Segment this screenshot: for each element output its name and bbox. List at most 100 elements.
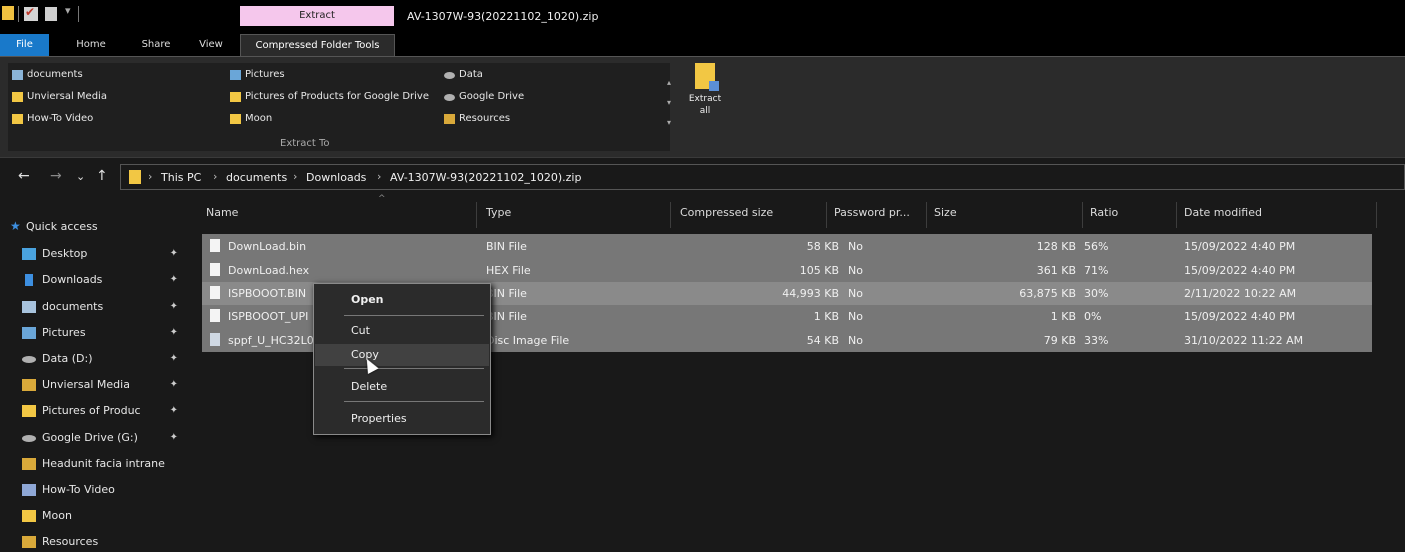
gallery-expand-icon[interactable]: ▾: [662, 113, 676, 133]
breadcrumb-downloads[interactable]: Downloads: [306, 171, 366, 184]
pin-icon[interactable]: ✦: [170, 348, 178, 370]
column-header-type[interactable]: Type: [486, 206, 511, 219]
sidebar-item-pictures-of-products[interactable]: Pictures of Produc ✦: [18, 400, 182, 422]
column-header-ratio[interactable]: Ratio: [1090, 206, 1118, 219]
chevron-right-icon[interactable]: ›: [213, 170, 217, 183]
column-header-date-modified[interactable]: Date modified: [1184, 206, 1262, 219]
chevron-right-icon[interactable]: ›: [377, 170, 381, 183]
user-folder-icon: [22, 379, 36, 391]
destination-documents[interactable]: documents: [12, 67, 83, 83]
destination-unviersal-media[interactable]: Unviersal Media: [12, 89, 107, 105]
column-divider[interactable]: [1082, 202, 1083, 228]
chevron-right-icon[interactable]: ›: [293, 170, 297, 183]
breadcrumb-documents[interactable]: documents: [226, 171, 287, 184]
column-header-password[interactable]: Password pr...: [834, 206, 910, 219]
disc-image-icon: [210, 333, 220, 346]
properties-icon[interactable]: [24, 5, 38, 21]
folder-icon: [2, 6, 14, 20]
sidebar-item-documents[interactable]: documents ✦: [18, 296, 182, 318]
file-compressed-size: 1 KB: [813, 310, 839, 323]
customize-toolbar-icon[interactable]: ▾: [65, 4, 71, 17]
chevron-right-icon[interactable]: ›: [148, 170, 152, 183]
sidebar-item-headunit-facia[interactable]: Headunit facia intrane: [18, 453, 182, 475]
file-type: HEX File: [486, 264, 531, 277]
breadcrumb-this-pc[interactable]: This PC: [161, 171, 201, 184]
tab-file[interactable]: File: [0, 34, 49, 56]
file-name: DownLoad.bin: [228, 240, 307, 253]
context-menu: Open Cut Copy Delete Properties: [313, 283, 491, 435]
destination-data[interactable]: Data: [444, 67, 483, 83]
pin-icon[interactable]: ✦: [170, 374, 178, 396]
sidebar-item-desktop[interactable]: Desktop ✦: [18, 243, 182, 265]
extract-to-group: documents Unviersal Media How-To Video P…: [8, 63, 671, 151]
tab-view[interactable]: View: [198, 34, 224, 56]
address-bar[interactable]: › This PC › documents › Downloads › AV-1…: [120, 164, 1405, 190]
column-divider[interactable]: [476, 202, 477, 228]
destination-pictures-of-products[interactable]: Pictures of Products for Google Drive: [230, 89, 429, 105]
table-row[interactable]: DownLoad.hex HEX File 105 KB No 361 KB 7…: [202, 259, 1372, 282]
menu-item-copy[interactable]: Copy: [315, 344, 489, 366]
tab-compressed-folder-tools[interactable]: Compressed Folder Tools: [240, 34, 395, 56]
column-header-compressed-size[interactable]: Compressed size: [680, 206, 773, 219]
quick-access[interactable]: ★ Quick access: [10, 219, 98, 233]
menu-item-cut[interactable]: Cut: [315, 320, 489, 342]
file-size: 79 KB: [1043, 334, 1076, 347]
scroll-up-icon[interactable]: ▴: [662, 73, 676, 93]
menu-item-delete[interactable]: Delete: [315, 376, 489, 398]
user-folder-icon: [444, 114, 455, 124]
file-date: 31/10/2022 11:22 AM: [1184, 334, 1304, 347]
column-divider[interactable]: [1376, 202, 1377, 228]
file-ratio: 30%: [1084, 287, 1109, 300]
sidebar-item-data-drive[interactable]: Data (D:) ✦: [18, 348, 182, 370]
recent-locations-icon[interactable]: ⌄: [76, 170, 85, 183]
sidebar-item-downloads[interactable]: Downloads ✦: [18, 269, 182, 291]
destination-moon[interactable]: Moon: [230, 111, 272, 127]
column-divider[interactable]: [1176, 202, 1177, 228]
menu-separator: [344, 315, 484, 316]
file-icon: [210, 263, 220, 276]
destination-pictures[interactable]: Pictures: [230, 67, 285, 83]
extract-all-button[interactable]: Extract all: [685, 60, 725, 154]
scroll-down-icon[interactable]: ▾: [662, 93, 676, 113]
menu-item-properties[interactable]: Properties: [315, 408, 489, 430]
sidebar-item-unviersal-media[interactable]: Unviersal Media ✦: [18, 374, 182, 396]
column-divider[interactable]: [826, 202, 827, 228]
file-password: No: [848, 287, 863, 300]
menu-item-open[interactable]: Open: [315, 289, 489, 311]
sidebar-item-resources[interactable]: Resources: [18, 531, 182, 552]
pin-icon[interactable]: ✦: [170, 243, 178, 265]
tab-share[interactable]: Share: [140, 34, 172, 56]
pin-icon[interactable]: ✦: [170, 400, 178, 422]
pin-icon[interactable]: ✦: [170, 269, 178, 291]
file-name: ISPBOOOT.BIN: [228, 287, 307, 300]
file-name: DownLoad.hex: [228, 264, 310, 277]
breadcrumb-zip[interactable]: AV-1307W-93(20221102_1020).zip: [390, 171, 581, 184]
sidebar-item-google-drive[interactable]: Google Drive (G:) ✦: [18, 427, 182, 449]
pin-icon[interactable]: ✦: [170, 322, 178, 344]
column-header-size[interactable]: Size: [934, 206, 957, 219]
folder-icon: [22, 510, 36, 522]
pin-icon[interactable]: ✦: [170, 427, 178, 449]
column-header-name[interactable]: Name: [206, 206, 238, 219]
back-arrow-icon[interactable]: ←: [18, 168, 30, 184]
star-icon: ★: [10, 219, 21, 233]
destination-resources[interactable]: Resources: [444, 111, 510, 127]
sidebar-item-how-to-video[interactable]: How-To Video: [18, 479, 182, 501]
menu-separator: [344, 401, 484, 402]
sidebar-item-pictures[interactable]: Pictures ✦: [18, 322, 182, 344]
tab-home[interactable]: Home: [76, 34, 106, 56]
up-arrow-icon[interactable]: ↑: [96, 168, 108, 184]
sidebar-item-moon[interactable]: Moon: [18, 505, 182, 527]
destination-how-to-video[interactable]: How-To Video: [12, 111, 93, 127]
column-divider[interactable]: [926, 202, 927, 228]
divider: [18, 6, 19, 22]
file-password: No: [848, 310, 863, 323]
new-folder-icon[interactable]: [45, 7, 57, 21]
destination-google-drive[interactable]: Google Drive: [444, 89, 524, 105]
column-divider[interactable]: [670, 202, 671, 228]
table-row[interactable]: DownLoad.bin BIN File 58 KB No 128 KB 56…: [202, 235, 1372, 258]
gallery-scroll[interactable]: ▴ ▾ ▾: [662, 73, 676, 135]
file-icon: [210, 239, 220, 252]
pin-icon[interactable]: ✦: [170, 296, 178, 318]
forward-arrow-icon[interactable]: →: [50, 168, 62, 184]
